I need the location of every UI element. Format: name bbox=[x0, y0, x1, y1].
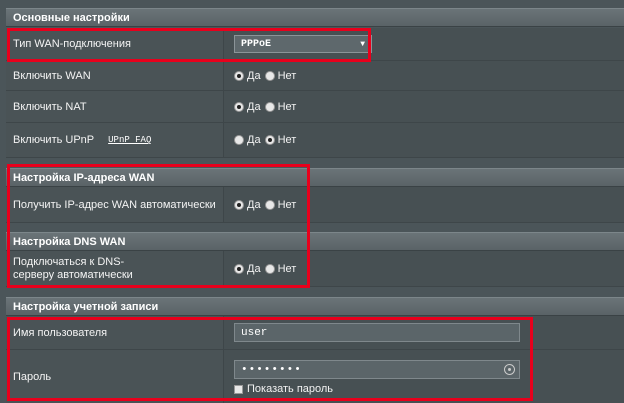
username-label: Имя пользователя bbox=[6, 316, 224, 349]
username-input[interactable]: user bbox=[234, 323, 520, 342]
wan-type-select[interactable]: PPPoE ▼ bbox=[234, 35, 372, 53]
enable-nat-row: Включить NAT Да Нет bbox=[6, 91, 624, 123]
account-settings-title: Настройка учетной записи bbox=[13, 300, 159, 313]
radio-selected-icon bbox=[264, 135, 275, 145]
enable-nat-label: Включить NAT bbox=[6, 91, 224, 122]
radio-yes-label: Да bbox=[247, 69, 261, 82]
radio-selected-icon bbox=[234, 199, 244, 210]
auto-dns-no-radio[interactable]: Нет bbox=[264, 262, 297, 275]
password-value: •••••••• bbox=[241, 363, 302, 376]
eye-icon[interactable] bbox=[504, 364, 515, 375]
wan-dns-settings-title: Настройка DNS WAN bbox=[13, 235, 126, 248]
radio-unselected-icon bbox=[264, 70, 275, 81]
auto-ip-yes-radio[interactable]: Да bbox=[234, 199, 261, 211]
upnp-faq-link[interactable]: UPnP FAQ bbox=[108, 135, 151, 145]
radio-no-label: Нет bbox=[277, 262, 297, 275]
radio-selected-icon bbox=[234, 263, 244, 274]
enable-upnp-label-cell: Включить UPnP UPnP FAQ bbox=[6, 123, 224, 157]
enable-upnp-no-radio[interactable]: Нет bbox=[264, 134, 297, 146]
auto-dns-label-cell: Подключаться к DNS-серверу автоматически bbox=[6, 251, 224, 286]
enable-upnp-yes-radio[interactable]: Да bbox=[234, 134, 261, 146]
radio-selected-icon bbox=[234, 70, 244, 81]
enable-upnp-label: Включить UPnP bbox=[13, 134, 95, 146]
radio-unselected-icon bbox=[264, 263, 275, 274]
radio-yes-label: Да bbox=[247, 134, 261, 146]
wan-type-row: Тип WAN-подключения PPPoE ▼ bbox=[6, 28, 624, 61]
wan-ip-settings-header: Настройка IP-адреса WAN bbox=[6, 168, 624, 187]
password-row: Пароль •••••••• Показать пароль bbox=[6, 350, 624, 403]
radio-selected-icon bbox=[234, 101, 244, 112]
radio-unselected-icon bbox=[264, 199, 275, 210]
enable-wan-label: Включить WAN bbox=[6, 61, 224, 90]
show-password-label: Показать пароль bbox=[247, 383, 334, 395]
wan-dns-settings-header: Настройка DNS WAN bbox=[6, 232, 624, 251]
radio-no-label: Нет bbox=[277, 198, 297, 211]
radio-yes-label: Да bbox=[247, 100, 261, 113]
enable-nat-yes-radio[interactable]: Да bbox=[234, 101, 261, 113]
auto-ip-row: Получить IP-адрес WAN автоматически Да Н… bbox=[6, 187, 624, 223]
wan-type-value: PPPoE bbox=[241, 38, 272, 50]
auto-ip-no-radio[interactable]: Нет bbox=[264, 198, 297, 211]
enable-wan-yes-radio[interactable]: Да bbox=[234, 70, 261, 82]
radio-yes-label: Да bbox=[247, 198, 261, 211]
account-settings-header: Настройка учетной записи bbox=[6, 297, 624, 316]
auto-ip-label: Получить IP-адрес WAN автоматически bbox=[6, 187, 224, 222]
radio-yes-label: Да bbox=[247, 262, 261, 275]
password-input[interactable]: •••••••• bbox=[234, 360, 520, 379]
username-value: user bbox=[241, 326, 268, 339]
radio-unselected-icon bbox=[264, 101, 275, 112]
dropdown-arrow-icon: ▼ bbox=[360, 39, 365, 49]
radio-no-label: Нет bbox=[277, 100, 297, 113]
auto-dns-yes-radio[interactable]: Да bbox=[234, 263, 261, 275]
radio-no-label: Нет bbox=[277, 69, 297, 82]
enable-wan-row: Включить WAN Да Нет bbox=[6, 61, 624, 91]
username-row: Имя пользователя user bbox=[6, 316, 624, 350]
enable-nat-no-radio[interactable]: Нет bbox=[264, 100, 297, 113]
enable-wan-no-radio[interactable]: Нет bbox=[264, 69, 297, 82]
basic-settings-title: Основные настройки bbox=[13, 11, 130, 24]
radio-unselected-icon bbox=[234, 135, 244, 145]
auto-dns-label: Подключаться к DNS-серверу автоматически bbox=[13, 255, 133, 281]
wan-ip-settings-title: Настройка IP-адреса WAN bbox=[13, 171, 155, 184]
basic-settings-header: Основные настройки bbox=[6, 8, 624, 27]
radio-no-label: Нет bbox=[277, 134, 297, 146]
password-label: Пароль bbox=[6, 350, 224, 403]
enable-upnp-row: Включить UPnP UPnP FAQ Да Нет bbox=[6, 123, 624, 158]
auto-dns-row: Подключаться к DNS-серверу автоматически… bbox=[6, 251, 624, 287]
wan-type-label: Тип WAN-подключения bbox=[6, 28, 224, 60]
show-password-checkbox[interactable]: Показать пароль bbox=[234, 383, 333, 395]
checkbox-icon bbox=[234, 384, 243, 394]
